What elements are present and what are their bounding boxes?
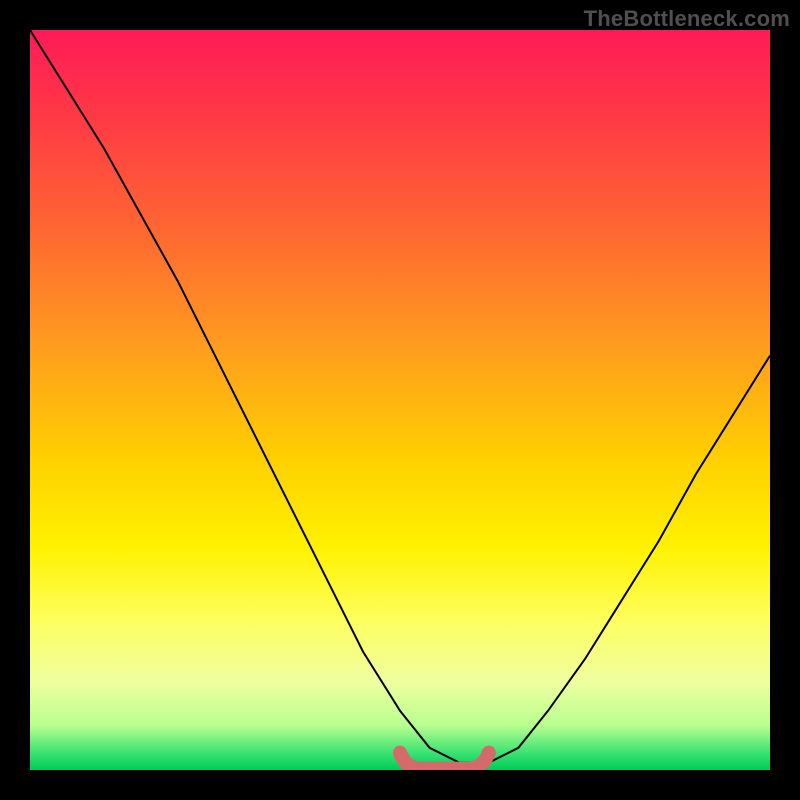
bottleneck-chart bbox=[30, 30, 770, 770]
bottleneck-curve-line bbox=[30, 30, 770, 763]
plot-area bbox=[30, 30, 770, 770]
watermark-text: TheBottleneck.com bbox=[584, 6, 790, 32]
chart-frame: TheBottleneck.com bbox=[0, 0, 800, 800]
